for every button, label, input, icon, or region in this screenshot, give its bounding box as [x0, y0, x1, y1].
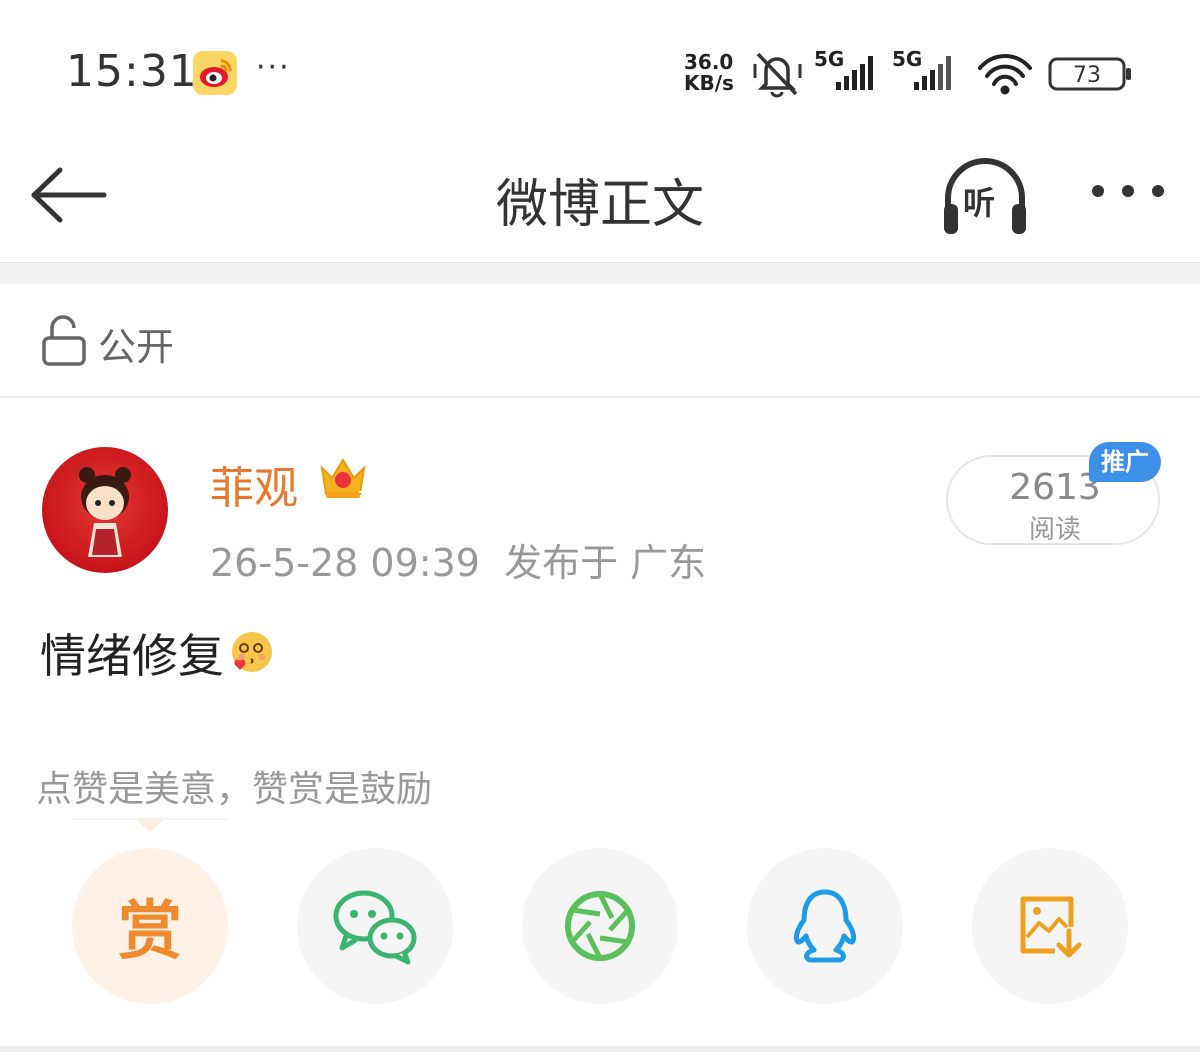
avatar-illustration — [79, 467, 131, 557]
more-dots-icon[interactable] — [1088, 176, 1168, 206]
qq-icon — [793, 889, 857, 963]
reward-button[interactable]: 赏 — [72, 848, 228, 1004]
status-more-icon: ··· — [256, 50, 291, 85]
save-image-icon — [1020, 896, 1082, 958]
signal-5g-2-icon: 5G — [892, 48, 951, 90]
visibility-label: 公开 — [98, 325, 175, 369]
nav-header: 微博正文 听 — [0, 140, 1200, 262]
mute-bell-icon — [753, 52, 802, 98]
reward-caption: 点赞是美意，赞赏是鼓励 — [36, 769, 433, 810]
net-speed: 36.0 KB/s — [684, 52, 744, 94]
wechat-icon — [333, 890, 417, 965]
post-text-content: 情绪修复 — [40, 629, 224, 683]
battery-icon: 73 — [1048, 57, 1131, 91]
status-time: 15:31 — [66, 46, 198, 97]
network-1-label: 5G — [814, 48, 844, 71]
avatar[interactable] — [42, 447, 168, 573]
wifi-icon — [978, 54, 1032, 95]
status-icons: 5G 5G 73 — [753, 48, 1131, 98]
net-speed-unit: KB/s — [684, 71, 734, 95]
signal-5g-1-icon: 5G — [814, 48, 873, 90]
svg-text:7: 7 — [358, 489, 366, 502]
post-timestamp: 26-5-28 09:39 — [210, 541, 480, 585]
post-meta: 26-5-28 09:39 发布于 广东 — [210, 532, 706, 587]
post-location: 发布于 广东 — [504, 541, 707, 585]
status-bar: 15:31 ··· 36.0 KB/s 5G 5G 73 — [0, 0, 1200, 140]
vip-crown-icon[interactable]: 7 — [318, 454, 368, 502]
share-moments-button[interactable] — [522, 848, 678, 1004]
username[interactable]: 菲观 — [210, 452, 298, 516]
bottom-divider — [0, 1046, 1200, 1052]
section-divider — [0, 262, 1200, 284]
unlock-icon — [42, 315, 86, 366]
weibo-app-icon — [193, 51, 237, 95]
network-2-label: 5G — [892, 48, 922, 71]
moments-icon — [565, 891, 635, 961]
battery-level: 73 — [1073, 63, 1101, 88]
read-label: 阅读 — [1028, 515, 1081, 545]
share-wechat-button[interactable] — [297, 848, 453, 1004]
save-image-button[interactable] — [972, 848, 1128, 1004]
share-row: 赏 — [0, 848, 1200, 1008]
visibility-row[interactable]: 公开 — [0, 284, 1200, 398]
promo-tag[interactable]: 推广 — [1089, 442, 1161, 482]
post-text: 情绪修复 — [40, 620, 276, 686]
share-qq-button[interactable] — [747, 848, 903, 1004]
heart-kiss-emoji-icon — [232, 632, 272, 672]
listen-label[interactable]: 听 — [963, 178, 995, 224]
reward-icon: 赏 — [118, 895, 182, 969]
net-speed-value: 36.0 — [684, 50, 734, 74]
reward-tooltip-arrow — [134, 818, 166, 832]
